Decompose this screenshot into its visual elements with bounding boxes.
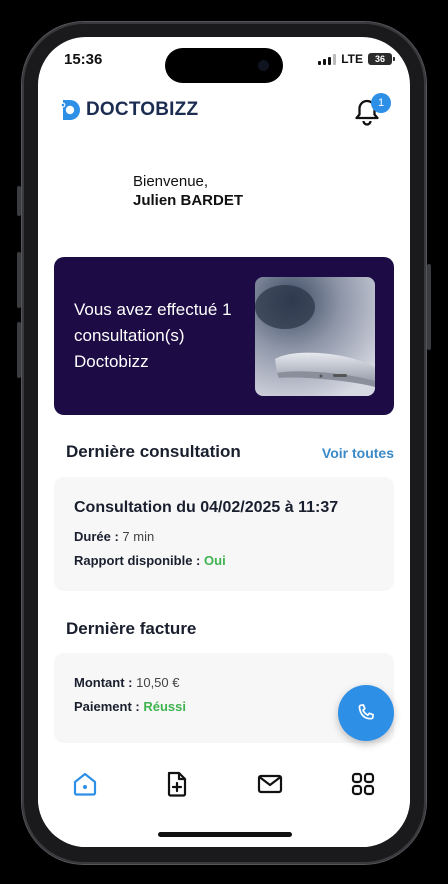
add-document-icon xyxy=(167,771,187,797)
welcome-block: Bienvenue, Julien BARDET xyxy=(133,173,243,211)
last-consultation-title: Dernière consultation xyxy=(66,442,241,461)
mail-icon xyxy=(257,774,283,794)
call-button[interactable] xyxy=(338,685,394,741)
home-indicator xyxy=(158,832,292,837)
payment-value: Réussi xyxy=(143,699,187,714)
action-button xyxy=(17,186,21,216)
nav-home[interactable] xyxy=(68,767,102,801)
status-time: 15:36 xyxy=(64,51,103,68)
phone-photo xyxy=(255,277,375,396)
amount-label: Montant : xyxy=(74,675,133,690)
duration-row: Durée : 7 min xyxy=(74,529,154,544)
amount-value: 10,50 € xyxy=(136,675,180,690)
nav-new-document[interactable] xyxy=(160,767,194,801)
battery-icon: 36 xyxy=(368,53,395,65)
app-screen: 15:36 LTE 36 DOCTOBIZZ 1 Bienvenue, Juli… xyxy=(38,37,410,847)
grid-icon xyxy=(351,772,375,796)
volume-down-button xyxy=(17,322,21,378)
nav-messages[interactable] xyxy=(253,767,287,801)
dynamic-island xyxy=(165,48,283,83)
welcome-greeting: Bienvenue, xyxy=(133,173,209,190)
network-label: LTE xyxy=(341,52,363,66)
last-invoice-title: Dernière facture xyxy=(66,619,197,638)
duration-value: 7 min xyxy=(122,529,155,544)
user-name: Julien BARDET xyxy=(133,192,244,209)
see-all-link[interactable]: Voir toutes xyxy=(322,445,394,461)
nav-menu[interactable] xyxy=(346,767,380,801)
app-logo: DOCTOBIZZ xyxy=(60,97,198,123)
duration-label: Durée : xyxy=(74,529,119,544)
report-label: Rapport disponible : xyxy=(74,553,201,568)
signal-icon xyxy=(318,53,337,65)
doctobizz-logo-icon xyxy=(60,100,80,120)
notification-badge: 1 xyxy=(371,93,391,113)
report-row: Rapport disponible : Oui xyxy=(74,553,226,568)
consultations-banner: Vous avez effectué 1 consultation(s) Doc… xyxy=(54,257,394,415)
report-value: Oui xyxy=(204,553,226,568)
status-bar: 15:36 LTE 36 xyxy=(38,37,410,85)
payment-row: Paiement : Réussi xyxy=(74,699,186,714)
payment-label: Paiement : xyxy=(74,699,140,714)
amount-row: Montant : 10,50 € xyxy=(74,675,179,690)
banner-text: Vous avez effectué 1 consultation(s) Doc… xyxy=(74,300,232,371)
consultation-title: Consultation du 04/02/2025 à 11:37 xyxy=(74,499,339,516)
home-icon xyxy=(73,772,97,796)
app-header: DOCTOBIZZ 1 xyxy=(38,89,410,137)
volume-up-button xyxy=(17,252,21,308)
power-button xyxy=(427,264,431,350)
phone-icon xyxy=(358,704,374,720)
last-consultation-card[interactable]: Consultation du 04/02/2025 à 11:37 Durée… xyxy=(54,477,394,591)
logo-text: DOCTOBIZZ xyxy=(86,99,199,120)
